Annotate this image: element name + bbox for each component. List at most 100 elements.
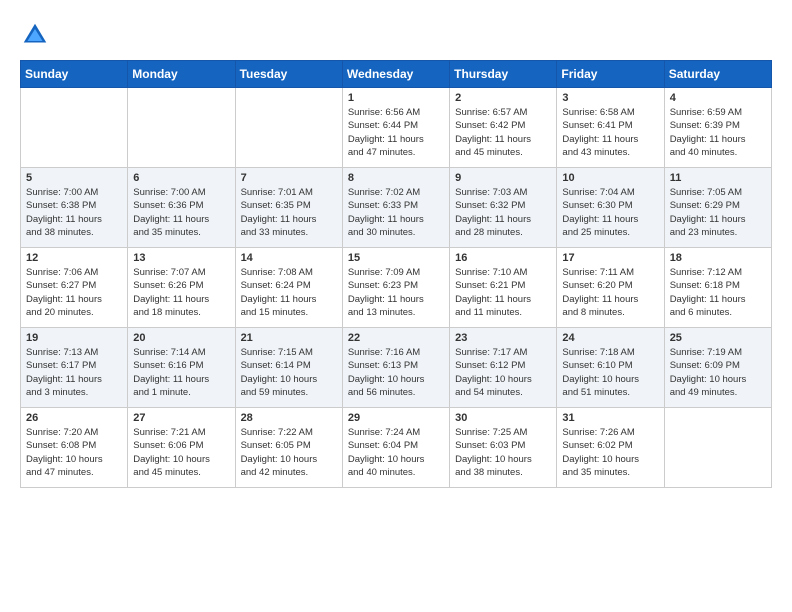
day-number: 20 bbox=[133, 332, 229, 344]
day-number: 6 bbox=[133, 172, 229, 184]
day-info: Sunrise: 7:22 AM Sunset: 6:05 PM Dayligh… bbox=[241, 426, 337, 479]
day-info: Sunrise: 7:14 AM Sunset: 6:16 PM Dayligh… bbox=[133, 346, 229, 399]
day-number: 25 bbox=[670, 332, 766, 344]
day-number: 4 bbox=[670, 92, 766, 104]
day-of-week-header: Monday bbox=[128, 61, 235, 88]
calendar-week-row: 19Sunrise: 7:13 AM Sunset: 6:17 PM Dayli… bbox=[21, 328, 772, 408]
calendar-cell: 15 Sunrise: 7:09 AM Sunset: 6:23 PM Dayli… bbox=[342, 248, 449, 328]
day-info: Sunrise: 7:17 AM Sunset: 6:12 PM Dayligh… bbox=[455, 346, 551, 399]
calendar-week-row: 26 Sunrise: 7:20 AM Sunset: 6:08 PM Dayli… bbox=[21, 408, 772, 488]
calendar-cell: 4 Sunrise: 6:59 AM Sunset: 6:39 PM Daylig… bbox=[664, 88, 771, 168]
day-info: Sunrise: 7:03 AM Sunset: 6:32 PM Dayligh… bbox=[455, 186, 551, 239]
calendar-cell: 6 Sunrise: 7:00 AM Sunset: 6:36 PM Daylig… bbox=[128, 168, 235, 248]
day-number: 3 bbox=[562, 92, 658, 104]
day-number: 5 bbox=[26, 172, 122, 184]
logo-icon bbox=[20, 20, 50, 50]
calendar-cell: 1Sunrise: 6:56 AM Sunset: 6:44 PM Daylig… bbox=[342, 88, 449, 168]
day-number: 17 bbox=[562, 252, 658, 264]
day-info: Sunrise: 7:08 AM Sunset: 6:24 PM Dayligh… bbox=[241, 266, 337, 319]
calendar-cell: 14 Sunrise: 7:08 AM Sunset: 6:24 PM Dayli… bbox=[235, 248, 342, 328]
day-of-week-header: Tuesday bbox=[235, 61, 342, 88]
calendar-cell: 25Sunrise: 7:19 AM Sunset: 6:09 PM Dayli… bbox=[664, 328, 771, 408]
day-number: 29 bbox=[348, 412, 444, 424]
day-of-week-header: Thursday bbox=[450, 61, 557, 88]
day-of-week-header: Saturday bbox=[664, 61, 771, 88]
page-header bbox=[20, 20, 772, 50]
calendar-cell bbox=[21, 88, 128, 168]
calendar-cell: 2Sunrise: 6:57 AM Sunset: 6:42 PM Daylig… bbox=[450, 88, 557, 168]
day-number: 21 bbox=[241, 332, 337, 344]
day-info: Sunrise: 7:26 AM Sunset: 6:02 PM Dayligh… bbox=[562, 426, 658, 479]
calendar-cell: 26 Sunrise: 7:20 AM Sunset: 6:08 PM Dayli… bbox=[21, 408, 128, 488]
day-info: Sunrise: 7:04 AM Sunset: 6:30 PM Dayligh… bbox=[562, 186, 658, 239]
calendar-cell: 27 Sunrise: 7:21 AM Sunset: 6:06 PM Dayli… bbox=[128, 408, 235, 488]
calendar-header: SundayMondayTuesdayWednesdayThursdayFrid… bbox=[21, 61, 772, 88]
day-info: Sunrise: 7:21 AM Sunset: 6:06 PM Dayligh… bbox=[133, 426, 229, 479]
day-number: 10 bbox=[562, 172, 658, 184]
calendar-cell: 28 Sunrise: 7:22 AM Sunset: 6:05 PM Dayli… bbox=[235, 408, 342, 488]
day-number: 28 bbox=[241, 412, 337, 424]
calendar-cell: 18 Sunrise: 7:12 AM Sunset: 6:18 PM Dayli… bbox=[664, 248, 771, 328]
day-number: 22 bbox=[348, 332, 444, 344]
calendar-body: 1Sunrise: 6:56 AM Sunset: 6:44 PM Daylig… bbox=[21, 88, 772, 488]
day-number: 30 bbox=[455, 412, 551, 424]
day-info: Sunrise: 7:20 AM Sunset: 6:08 PM Dayligh… bbox=[26, 426, 122, 479]
day-info: Sunrise: 7:18 AM Sunset: 6:10 PM Dayligh… bbox=[562, 346, 658, 399]
day-of-week-header: Sunday bbox=[21, 61, 128, 88]
calendar-table: SundayMondayTuesdayWednesdayThursdayFrid… bbox=[20, 60, 772, 488]
calendar-week-row: 12Sunrise: 7:06 AM Sunset: 6:27 PM Dayli… bbox=[21, 248, 772, 328]
calendar-cell: 16Sunrise: 7:10 AM Sunset: 6:21 PM Dayli… bbox=[450, 248, 557, 328]
calendar-cell: 8Sunrise: 7:02 AM Sunset: 6:33 PM Daylig… bbox=[342, 168, 449, 248]
day-number: 13 bbox=[133, 252, 229, 264]
day-of-week-header: Wednesday bbox=[342, 61, 449, 88]
day-number: 27 bbox=[133, 412, 229, 424]
day-number: 14 bbox=[241, 252, 337, 264]
calendar-cell: 19Sunrise: 7:13 AM Sunset: 6:17 PM Dayli… bbox=[21, 328, 128, 408]
day-info: Sunrise: 6:56 AM Sunset: 6:44 PM Dayligh… bbox=[348, 106, 444, 159]
day-of-week-header: Friday bbox=[557, 61, 664, 88]
day-info: Sunrise: 7:13 AM Sunset: 6:17 PM Dayligh… bbox=[26, 346, 122, 399]
calendar-cell bbox=[128, 88, 235, 168]
calendar-cell: 20 Sunrise: 7:14 AM Sunset: 6:16 PM Dayli… bbox=[128, 328, 235, 408]
day-number: 2 bbox=[455, 92, 551, 104]
day-number: 26 bbox=[26, 412, 122, 424]
day-info: Sunrise: 7:12 AM Sunset: 6:18 PM Dayligh… bbox=[670, 266, 766, 319]
day-number: 15 bbox=[348, 252, 444, 264]
day-info: Sunrise: 7:15 AM Sunset: 6:14 PM Dayligh… bbox=[241, 346, 337, 399]
calendar-cell: 17Sunrise: 7:11 AM Sunset: 6:20 PM Dayli… bbox=[557, 248, 664, 328]
day-number: 18 bbox=[670, 252, 766, 264]
calendar-cell: 30 Sunrise: 7:25 AM Sunset: 6:03 PM Dayli… bbox=[450, 408, 557, 488]
day-info: Sunrise: 7:09 AM Sunset: 6:23 PM Dayligh… bbox=[348, 266, 444, 319]
day-number: 16 bbox=[455, 252, 551, 264]
calendar-week-row: 1Sunrise: 6:56 AM Sunset: 6:44 PM Daylig… bbox=[21, 88, 772, 168]
calendar-cell: 7 Sunrise: 7:01 AM Sunset: 6:35 PM Daylig… bbox=[235, 168, 342, 248]
day-number: 24 bbox=[562, 332, 658, 344]
day-number: 31 bbox=[562, 412, 658, 424]
day-info: Sunrise: 7:16 AM Sunset: 6:13 PM Dayligh… bbox=[348, 346, 444, 399]
day-info: Sunrise: 6:59 AM Sunset: 6:39 PM Dayligh… bbox=[670, 106, 766, 159]
calendar-cell: 9 Sunrise: 7:03 AM Sunset: 6:32 PM Daylig… bbox=[450, 168, 557, 248]
days-of-week-row: SundayMondayTuesdayWednesdayThursdayFrid… bbox=[21, 61, 772, 88]
calendar-cell: 3 Sunrise: 6:58 AM Sunset: 6:41 PM Daylig… bbox=[557, 88, 664, 168]
day-info: Sunrise: 6:58 AM Sunset: 6:41 PM Dayligh… bbox=[562, 106, 658, 159]
day-number: 9 bbox=[455, 172, 551, 184]
calendar-cell: 5 Sunrise: 7:00 AM Sunset: 6:38 PM Daylig… bbox=[21, 168, 128, 248]
calendar-week-row: 5 Sunrise: 7:00 AM Sunset: 6:38 PM Daylig… bbox=[21, 168, 772, 248]
calendar-cell: 13Sunrise: 7:07 AM Sunset: 6:26 PM Dayli… bbox=[128, 248, 235, 328]
day-info: Sunrise: 7:01 AM Sunset: 6:35 PM Dayligh… bbox=[241, 186, 337, 239]
calendar-cell: 29Sunrise: 7:24 AM Sunset: 6:04 PM Dayli… bbox=[342, 408, 449, 488]
day-info: Sunrise: 7:06 AM Sunset: 6:27 PM Dayligh… bbox=[26, 266, 122, 319]
day-number: 7 bbox=[241, 172, 337, 184]
logo bbox=[20, 20, 54, 50]
day-info: Sunrise: 7:00 AM Sunset: 6:36 PM Dayligh… bbox=[133, 186, 229, 239]
calendar-cell: 31 Sunrise: 7:26 AM Sunset: 6:02 PM Dayli… bbox=[557, 408, 664, 488]
day-info: Sunrise: 7:25 AM Sunset: 6:03 PM Dayligh… bbox=[455, 426, 551, 479]
calendar-cell: 12Sunrise: 7:06 AM Sunset: 6:27 PM Dayli… bbox=[21, 248, 128, 328]
day-info: Sunrise: 7:05 AM Sunset: 6:29 PM Dayligh… bbox=[670, 186, 766, 239]
day-number: 8 bbox=[348, 172, 444, 184]
calendar-cell: 10 Sunrise: 7:04 AM Sunset: 6:30 PM Dayli… bbox=[557, 168, 664, 248]
calendar-cell bbox=[235, 88, 342, 168]
day-info: Sunrise: 7:00 AM Sunset: 6:38 PM Dayligh… bbox=[26, 186, 122, 239]
calendar-cell: 23Sunrise: 7:17 AM Sunset: 6:12 PM Dayli… bbox=[450, 328, 557, 408]
day-number: 11 bbox=[670, 172, 766, 184]
